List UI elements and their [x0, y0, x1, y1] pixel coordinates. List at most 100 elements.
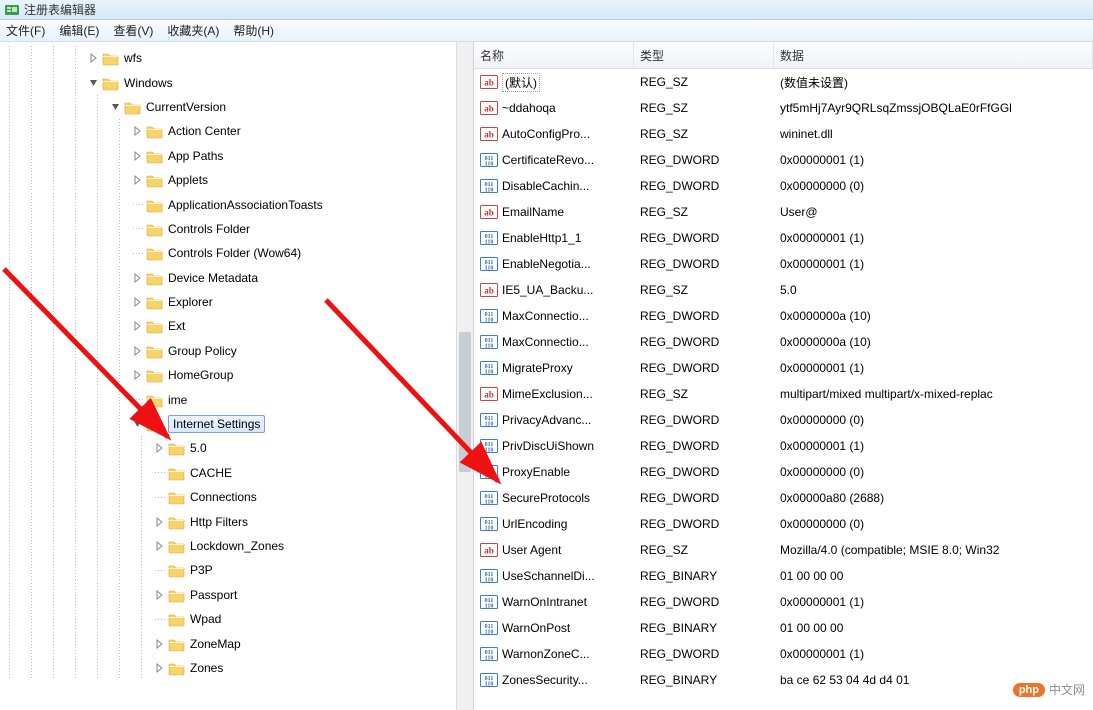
tree-item-label[interactable]: CACHE	[190, 466, 232, 480]
expander-closed-icon[interactable]	[154, 516, 166, 528]
tree-item[interactable]: HomeGroup	[0, 363, 473, 387]
tree-item[interactable]: ApplicationAssociationToasts	[0, 192, 473, 216]
menu-file[interactable]: 文件(F)	[6, 22, 45, 39]
tree-item-label[interactable]: Connections	[190, 490, 257, 504]
list-row[interactable]: EnableNegotia...REG_DWORD0x00000001 (1)	[474, 251, 1093, 277]
value-name-cell[interactable]: CertificateRevo...	[474, 152, 634, 168]
tree-item[interactable]: ZoneMap	[0, 631, 473, 655]
tree-item-label[interactable]: Lockdown_Zones	[190, 539, 284, 553]
value-name-cell[interactable]: EmailName	[474, 204, 634, 220]
list-row[interactable]: MimeExclusion...REG_SZmultipart/mixed mu…	[474, 381, 1093, 407]
expander-open-icon[interactable]	[132, 418, 144, 430]
value-name-cell[interactable]: WarnOnIntranet	[474, 594, 634, 610]
tree-item-label[interactable]: HomeGroup	[168, 368, 233, 382]
value-name-cell[interactable]: EnableHttp1_1	[474, 230, 634, 246]
tree-item-label[interactable]: App Paths	[168, 149, 223, 163]
expander-closed-icon[interactable]	[132, 174, 144, 186]
value-name-cell[interactable]: ~ddahoqa	[474, 100, 634, 116]
value-name-cell[interactable]: MigrateProxy	[474, 360, 634, 376]
expander-closed-icon[interactable]	[154, 638, 166, 650]
tree-item[interactable]: Device Metadata	[0, 266, 473, 290]
value-name-cell[interactable]: ZonesSecurity...	[474, 672, 634, 688]
tree-item-label[interactable]: CurrentVersion	[146, 100, 226, 114]
tree-item[interactable]: Windows	[0, 70, 473, 94]
list-row[interactable]: AutoConfigPro...REG_SZwininet.dll	[474, 121, 1093, 147]
tree-item-label[interactable]: Windows	[124, 76, 173, 90]
list-row[interactable]: CertificateRevo...REG_DWORD0x00000001 (1…	[474, 147, 1093, 173]
value-name-cell[interactable]: EnableNegotia...	[474, 256, 634, 272]
list-row[interactable]: PrivDiscUiShownREG_DWORD0x00000001 (1)	[474, 433, 1093, 459]
value-name-cell[interactable]: PrivacyAdvanc...	[474, 412, 634, 428]
expander-closed-icon[interactable]	[132, 125, 144, 137]
tree-item[interactable]: Internet Settings	[0, 412, 473, 436]
tree-item[interactable]: ime	[0, 387, 473, 411]
tree-item-label[interactable]: ime	[168, 393, 187, 407]
tree-item[interactable]: CACHE	[0, 461, 473, 485]
tree-item-label[interactable]: Controls Folder (Wow64)	[168, 246, 301, 260]
list-row[interactable]: UseSchannelDi...REG_BINARY01 00 00 00	[474, 563, 1093, 589]
tree-item-label[interactable]: Controls Folder	[168, 222, 250, 236]
expander-closed-icon[interactable]	[132, 320, 144, 332]
menu-help[interactable]: 帮助(H)	[233, 22, 274, 39]
value-name-cell[interactable]: UseSchannelDi...	[474, 568, 634, 584]
list-row[interactable]: WarnOnIntranetREG_DWORD0x00000001 (1)	[474, 589, 1093, 615]
value-name-cell[interactable]: PrivDiscUiShown	[474, 438, 634, 454]
tree-item-label[interactable]: Zones	[190, 661, 223, 675]
value-name-cell[interactable]: WarnonZoneC...	[474, 646, 634, 662]
value-name-cell[interactable]: User Agent	[474, 542, 634, 558]
tree-item-label[interactable]: P3P	[190, 563, 213, 577]
list-row[interactable]: User AgentREG_SZMozilla/4.0 (compatible;…	[474, 537, 1093, 563]
list-row[interactable]: MigrateProxyREG_DWORD0x00000001 (1)	[474, 355, 1093, 381]
expander-closed-icon[interactable]	[154, 589, 166, 601]
tree-item[interactable]: Controls Folder	[0, 217, 473, 241]
expander-open-icon[interactable]	[88, 77, 100, 89]
list-row[interactable]: PrivacyAdvanc...REG_DWORD0x00000000 (0)	[474, 407, 1093, 433]
tree-item-label[interactable]: Ext	[168, 319, 185, 333]
tree-item-label[interactable]: Group Policy	[168, 344, 237, 358]
value-name-cell[interactable]: WarnOnPost	[474, 620, 634, 636]
list-row[interactable]: MaxConnectio...REG_DWORD0x0000000a (10)	[474, 329, 1093, 355]
tree-item-label[interactable]: Internet Settings	[168, 415, 265, 433]
list-row[interactable]: WarnOnPostREG_BINARY01 00 00 00	[474, 615, 1093, 641]
tree-item[interactable]: wfs	[0, 46, 473, 70]
expander-closed-icon[interactable]	[88, 52, 100, 64]
tree-item-label[interactable]: Device Metadata	[168, 271, 258, 285]
tree-item[interactable]: Ext	[0, 314, 473, 338]
tree-item-label[interactable]: Http Filters	[190, 515, 248, 529]
expander-closed-icon[interactable]	[154, 662, 166, 674]
tree-item[interactable]: Explorer	[0, 290, 473, 314]
value-name-cell[interactable]: (默认)	[474, 73, 634, 92]
tree-item-label[interactable]: Explorer	[168, 295, 213, 309]
menu-edit[interactable]: 编辑(E)	[59, 22, 99, 39]
tree-item[interactable]: 5.0	[0, 436, 473, 460]
expander-open-icon[interactable]	[110, 101, 122, 113]
list-row[interactable]: SecureProtocolsREG_DWORD0x00000a80 (2688…	[474, 485, 1093, 511]
tree-item-label[interactable]: Wpad	[190, 612, 221, 626]
list-row[interactable]: DisableCachin...REG_DWORD0x00000000 (0)	[474, 173, 1093, 199]
tree-item-label[interactable]: Applets	[168, 173, 208, 187]
tree-item[interactable]: Wpad	[0, 607, 473, 631]
expander-closed-icon[interactable]	[132, 296, 144, 308]
expander-closed-icon[interactable]	[132, 345, 144, 357]
column-type[interactable]: 类型	[634, 42, 774, 68]
tree-item[interactable]: Zones	[0, 656, 473, 680]
column-name[interactable]: 名称	[474, 42, 634, 68]
list-row[interactable]: EnableHttp1_1REG_DWORD0x00000001 (1)	[474, 225, 1093, 251]
expander-closed-icon[interactable]	[132, 272, 144, 284]
tree-item-label[interactable]: ZoneMap	[190, 637, 241, 651]
tree-item[interactable]: Connections	[0, 485, 473, 509]
menu-view[interactable]: 查看(V)	[113, 22, 153, 39]
tree-item[interactable]: Action Center	[0, 119, 473, 143]
list-row[interactable]: EmailNameREG_SZUser@	[474, 199, 1093, 225]
list-row[interactable]: MaxConnectio...REG_DWORD0x0000000a (10)	[474, 303, 1093, 329]
expander-closed-icon[interactable]	[154, 442, 166, 454]
tree-item-label[interactable]: Action Center	[168, 124, 241, 138]
list-row[interactable]: ProxyEnableREG_DWORD0x00000000 (0)	[474, 459, 1093, 485]
value-name-cell[interactable]: SecureProtocols	[474, 490, 634, 506]
tree-item[interactable]: CurrentVersion	[0, 95, 473, 119]
value-name-cell[interactable]: UrlEncoding	[474, 516, 634, 532]
menu-favorites[interactable]: 收藏夹(A)	[167, 22, 219, 39]
value-name-cell[interactable]: MaxConnectio...	[474, 334, 634, 350]
expander-closed-icon[interactable]	[154, 540, 166, 552]
value-name-cell[interactable]: IE5_UA_Backu...	[474, 282, 634, 298]
